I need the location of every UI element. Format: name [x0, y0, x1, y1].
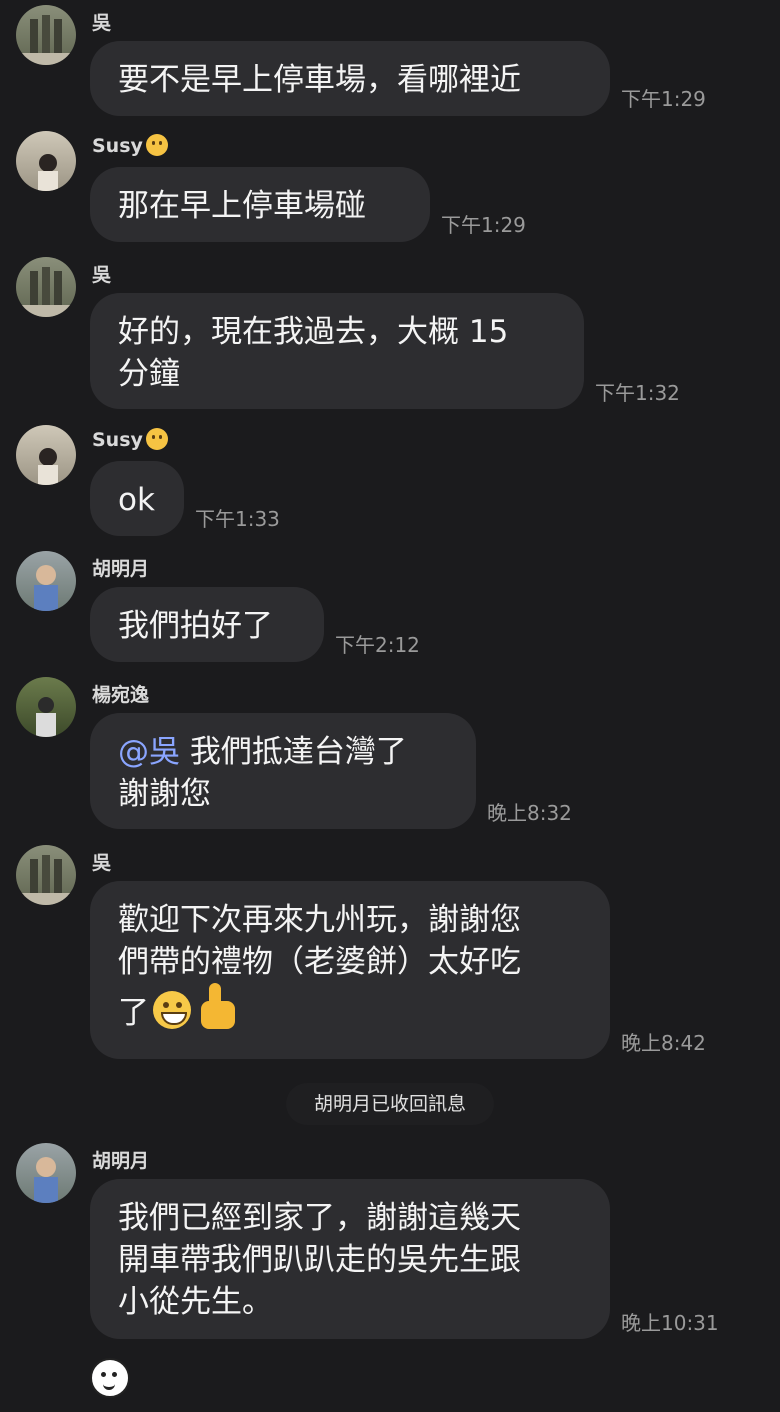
message-text-line: 們帶的禮物（老婆餅）太好吃	[118, 944, 521, 980]
avatar[interactable]	[16, 5, 76, 65]
thinking-face-icon	[145, 428, 168, 450]
sticker-icon[interactable]	[90, 1358, 130, 1398]
avatar[interactable]	[16, 425, 76, 485]
message-text-line: 謝謝您	[118, 776, 211, 812]
sender-name: 胡明月	[92, 1150, 150, 1172]
message-bubble[interactable]: ok	[90, 461, 184, 536]
message-bubble[interactable]: 歡迎下次再來九州玩，謝謝您 們帶的禮物（老婆餅）太好吃 了	[90, 881, 610, 1059]
message-text: 要不是早上停車場，看哪裡近	[118, 62, 521, 98]
message-text-line: 分鐘	[118, 356, 180, 392]
message-time: 下午1:33	[195, 507, 280, 531]
sender-name: 楊宛逸	[92, 684, 150, 706]
message-bubble[interactable]: @吳 我們抵達台灣了 謝謝您	[90, 713, 476, 829]
sender-name: Susy	[92, 134, 168, 157]
message-time: 下午2:12	[335, 633, 420, 657]
avatar[interactable]	[16, 257, 76, 317]
message-text-line: 歡迎下次再來九州玩，謝謝您	[118, 902, 521, 938]
message-text-line: 好的，現在我過去，大概 15	[118, 314, 509, 350]
message-text-line: 開車帶我們趴趴走的吳先生跟	[118, 1242, 521, 1278]
avatar[interactable]	[16, 845, 76, 905]
message-text-line: 我們已經到家了，謝謝這幾天	[118, 1200, 521, 1236]
sender-name: 吳	[92, 852, 112, 874]
avatar[interactable]	[16, 1143, 76, 1203]
message-bubble[interactable]: 我們已經到家了，謝謝這幾天 開車帶我們趴趴走的吳先生跟 小從先生。	[90, 1179, 610, 1339]
message-time: 晚上10:31	[621, 1311, 719, 1335]
message-time: 下午1:32	[595, 381, 680, 405]
message-text-line: 我們抵達台灣了	[180, 734, 407, 770]
message-bubble[interactable]: 那在早上停車場碰	[90, 167, 430, 242]
unsend-notice: 胡明月已收回訊息	[286, 1083, 494, 1125]
message-text-line: 了	[118, 995, 149, 1031]
message-bubble[interactable]: 要不是早上停車場，看哪裡近	[90, 41, 610, 116]
message-text-line: 小從先生。	[118, 1284, 273, 1320]
message-bubble[interactable]: 好的，現在我過去，大概 15 分鐘	[90, 293, 584, 409]
message-time: 晚上8:32	[487, 801, 572, 825]
sender-name: Susy	[92, 428, 168, 451]
message-time: 下午1:29	[621, 87, 706, 111]
sender-name: 胡明月	[92, 558, 150, 580]
avatar[interactable]	[16, 551, 76, 611]
message-bubble[interactable]: 我們拍好了	[90, 587, 324, 662]
message-time: 晚上8:42	[621, 1031, 706, 1055]
message-text: ok	[118, 482, 155, 518]
message-text: 那在早上停車場碰	[118, 188, 366, 224]
avatar[interactable]	[16, 131, 76, 191]
avatar[interactable]	[16, 677, 76, 737]
sender-name: 吳	[92, 12, 112, 34]
sender-name: 吳	[92, 264, 112, 286]
message-text: 我們拍好了	[118, 608, 273, 644]
mention-link[interactable]: @吳	[118, 734, 180, 770]
message-time: 下午1:29	[441, 213, 526, 237]
thumbs-up-icon	[197, 983, 243, 1031]
grinning-face-icon	[153, 991, 191, 1029]
thinking-face-icon	[145, 134, 168, 156]
